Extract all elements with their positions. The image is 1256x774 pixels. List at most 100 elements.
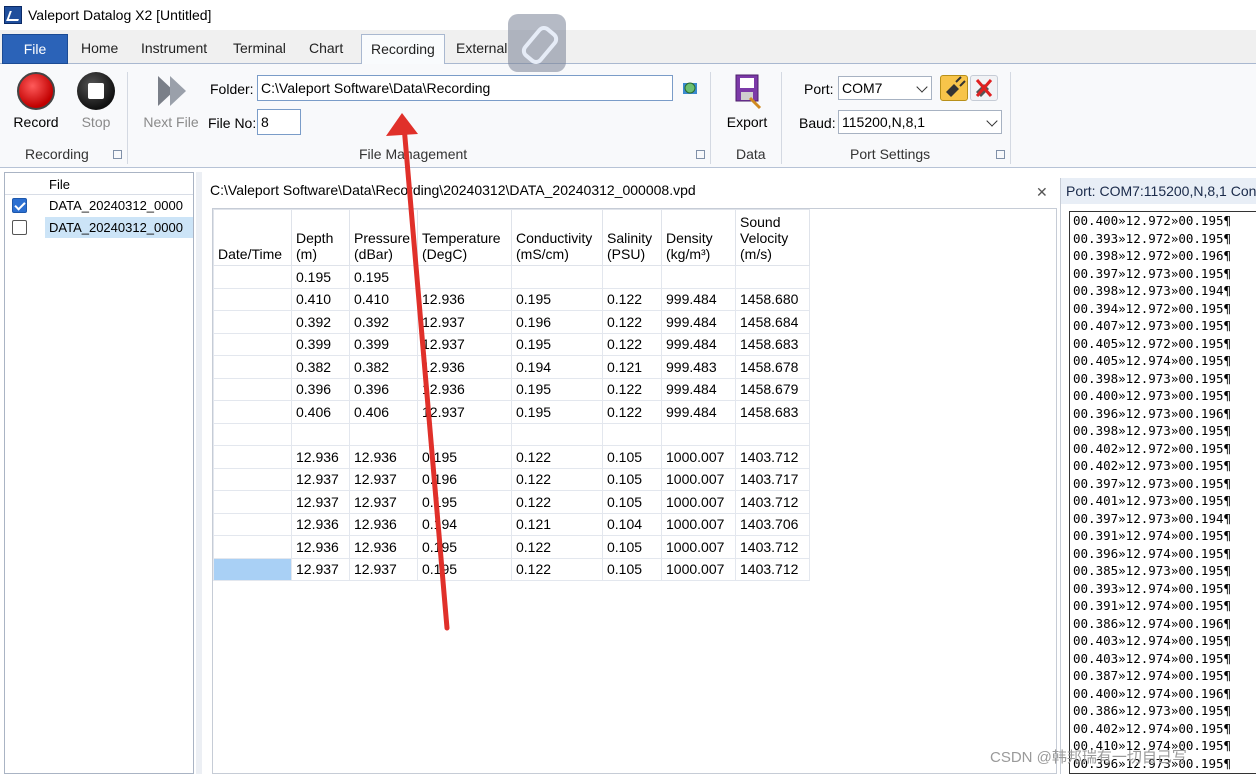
browse-folder-icon[interactable]: [680, 78, 700, 98]
file-checkbox[interactable]: [12, 198, 27, 213]
table-cell[interactable]: 0.122: [511, 467, 603, 491]
table-cell[interactable]: 12.936: [417, 287, 512, 311]
table-cell[interactable]: [511, 422, 603, 446]
column-header[interactable]: Depth (m): [291, 209, 350, 266]
table-row[interactable]: 12.936 12.936 0.194 0.121 0.104 1000.007 1403.…: [213, 512, 810, 536]
table-cell[interactable]: [213, 557, 292, 581]
table-cell[interactable]: 0.105: [602, 445, 662, 469]
table-cell[interactable]: [661, 265, 736, 289]
file-management-launcher-icon[interactable]: [696, 150, 705, 159]
table-cell[interactable]: 0.121: [511, 512, 603, 536]
table-cell[interactable]: 1458.679: [735, 377, 810, 401]
table-row[interactable]: 12.937 12.937 0.196 0.122 0.105 1000.007 1403.…: [213, 467, 810, 491]
table-cell[interactable]: 12.937: [291, 557, 350, 581]
table-row[interactable]: 0.399 0.399 12.937 0.195 0.122 999.484 1458.68…: [213, 332, 810, 356]
table-cell[interactable]: 0.196: [511, 310, 603, 334]
table-cell[interactable]: 0.406: [291, 400, 350, 424]
table-cell[interactable]: 0.105: [602, 467, 662, 491]
table-cell[interactable]: 1000.007: [661, 445, 736, 469]
table-cell[interactable]: 1403.706: [735, 512, 810, 536]
table-row[interactable]: 0.382 0.382 12.936 0.194 0.121 999.483 1458.67…: [213, 355, 810, 379]
table-cell[interactable]: 12.936: [417, 355, 512, 379]
column-header[interactable]: Sound Velocity (m/s): [735, 209, 810, 266]
table-cell[interactable]: 0.406: [349, 400, 418, 424]
close-icon[interactable]: ✕: [1036, 184, 1048, 201]
table-cell[interactable]: 12.936: [349, 445, 418, 469]
table-cell[interactable]: 12.936: [291, 445, 350, 469]
record-button[interactable]: Record: [10, 72, 62, 130]
stop-button[interactable]: Stop: [72, 72, 120, 130]
table-cell[interactable]: 0.122: [602, 310, 662, 334]
table-cell[interactable]: 0.195: [417, 535, 512, 559]
tab-file[interactable]: File: [2, 34, 68, 64]
column-header[interactable]: Salinity (PSU): [602, 209, 662, 266]
table-cell[interactable]: 0.382: [349, 355, 418, 379]
table-cell[interactable]: [213, 535, 292, 559]
table-cell[interactable]: 12.937: [349, 490, 418, 514]
table-cell[interactable]: 12.937: [291, 467, 350, 491]
tab-external[interactable]: External: [447, 34, 516, 64]
table-cell[interactable]: 999.484: [661, 287, 736, 311]
table-row[interactable]: 12.937 12.937 0.195 0.122 0.105 1000.007 1403.…: [213, 490, 810, 514]
file-name[interactable]: DATA_20240312_0000: [45, 217, 193, 238]
table-row[interactable]: [213, 422, 810, 446]
table-cell[interactable]: [213, 467, 292, 491]
table-cell[interactable]: 999.484: [661, 400, 736, 424]
table-cell[interactable]: 0.392: [291, 310, 350, 334]
column-header[interactable]: Temperature (DegC): [417, 209, 512, 266]
table-cell[interactable]: 0.399: [291, 332, 350, 356]
table-cell[interactable]: 1000.007: [661, 490, 736, 514]
table-cell[interactable]: 1000.007: [661, 557, 736, 581]
table-cell[interactable]: 0.105: [602, 557, 662, 581]
port-settings-launcher-icon[interactable]: [996, 150, 1005, 159]
connect-button[interactable]: [940, 75, 968, 101]
table-cell[interactable]: 999.483: [661, 355, 736, 379]
table-cell[interactable]: 1403.712: [735, 535, 810, 559]
table-cell[interactable]: 0.121: [602, 355, 662, 379]
table-cell[interactable]: 0.392: [349, 310, 418, 334]
table-cell[interactable]: 0.396: [349, 377, 418, 401]
table-row[interactable]: 0.410 0.410 12.936 0.195 0.122 999.484 1458.68…: [213, 287, 810, 311]
table-cell[interactable]: 1403.717: [735, 467, 810, 491]
table-row[interactable]: 0.406 0.406 12.937 0.195 0.122 999.484 1458.68…: [213, 400, 810, 424]
table-cell[interactable]: 12.937: [349, 467, 418, 491]
table-cell[interactable]: 1000.007: [661, 535, 736, 559]
table-cell[interactable]: 0.122: [511, 557, 603, 581]
table-cell[interactable]: [735, 265, 810, 289]
next-file-button[interactable]: Next File: [140, 72, 202, 130]
folder-input[interactable]: C:\Valeport Software\Data\Recording: [257, 75, 673, 101]
table-cell[interactable]: 0.122: [602, 377, 662, 401]
table-cell[interactable]: 12.936: [417, 377, 512, 401]
table-cell[interactable]: 1403.712: [735, 445, 810, 469]
column-header[interactable]: Date/Time: [213, 209, 292, 266]
export-button[interactable]: Export: [722, 72, 772, 130]
tab-home[interactable]: Home: [72, 34, 127, 64]
table-cell[interactable]: 0.196: [417, 467, 512, 491]
table-cell[interactable]: [213, 400, 292, 424]
table-cell[interactable]: 0.122: [511, 445, 603, 469]
table-cell[interactable]: 12.937: [291, 490, 350, 514]
table-cell[interactable]: [213, 445, 292, 469]
table-cell[interactable]: 1403.712: [735, 490, 810, 514]
table-cell[interactable]: [213, 310, 292, 334]
table-cell[interactable]: [661, 422, 736, 446]
tab-terminal[interactable]: Terminal: [224, 34, 295, 64]
table-cell[interactable]: 0.195: [511, 287, 603, 311]
table-cell[interactable]: 0.396: [291, 377, 350, 401]
table-cell[interactable]: 0.195: [291, 265, 350, 289]
table-cell[interactable]: 12.937: [349, 557, 418, 581]
table-cell[interactable]: 1458.683: [735, 332, 810, 356]
table-cell[interactable]: 0.105: [602, 490, 662, 514]
recording-group-launcher-icon[interactable]: [113, 150, 122, 159]
table-cell[interactable]: 12.936: [291, 512, 350, 536]
table-cell[interactable]: [213, 490, 292, 514]
table-cell[interactable]: 0.410: [291, 287, 350, 311]
table-cell[interactable]: 1458.678: [735, 355, 810, 379]
table-cell[interactable]: [511, 265, 603, 289]
table-cell[interactable]: 0.195: [349, 265, 418, 289]
table-cell[interactable]: 0.122: [602, 287, 662, 311]
table-cell[interactable]: 12.937: [417, 400, 512, 424]
table-cell[interactable]: 0.195: [417, 490, 512, 514]
table-cell[interactable]: 999.484: [661, 310, 736, 334]
table-cell[interactable]: [213, 377, 292, 401]
